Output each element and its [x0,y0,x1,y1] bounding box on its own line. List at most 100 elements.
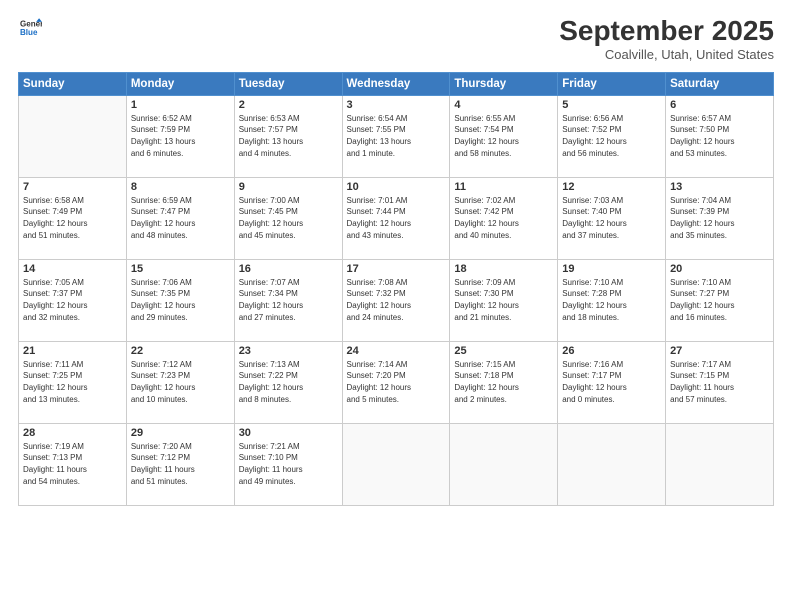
day-number: 21 [23,345,122,357]
day-info: Sunrise: 7:03 AM Sunset: 7:40 PM Dayligh… [562,195,661,241]
day-info: Sunrise: 7:12 AM Sunset: 7:23 PM Dayligh… [131,359,230,405]
table-row [19,95,127,177]
day-number: 30 [239,427,338,439]
table-row: 25Sunrise: 7:15 AM Sunset: 7:18 PM Dayli… [450,341,558,423]
header-monday: Monday [126,72,234,95]
month-year: September 2025 [559,16,774,47]
day-number: 14 [23,263,122,275]
day-info: Sunrise: 7:14 AM Sunset: 7:20 PM Dayligh… [347,359,446,405]
day-number: 11 [454,181,553,193]
day-info: Sunrise: 6:53 AM Sunset: 7:57 PM Dayligh… [239,113,338,159]
day-info: Sunrise: 7:08 AM Sunset: 7:32 PM Dayligh… [347,277,446,323]
day-info: Sunrise: 7:13 AM Sunset: 7:22 PM Dayligh… [239,359,338,405]
weekday-header-row: Sunday Monday Tuesday Wednesday Thursday… [19,72,774,95]
day-info: Sunrise: 6:52 AM Sunset: 7:59 PM Dayligh… [131,113,230,159]
table-row: 3 Sunrise: 6:54 AM Sunset: 7:55 PM Daylig… [342,95,450,177]
table-row: 30 Sunrise: 7:21 AM Sunset: 7:10 PM Dayli… [234,423,342,505]
header-sunday: Sunday [19,72,127,95]
day-number: 3 [347,99,446,111]
calendar-week-row: 28 Sunrise: 7:19 AM Sunset: 7:13 PM Dayli… [19,423,774,505]
day-info: Sunrise: 6:58 AM Sunset: 7:49 PM Dayligh… [23,195,122,241]
logo-icon: General Blue [20,16,42,38]
day-number: 13 [670,181,769,193]
day-number: 28 [23,427,122,439]
day-number: 2 [239,99,338,111]
title-block: September 2025 Coalville, Utah, United S… [559,16,774,62]
table-row [450,423,558,505]
svg-text:Blue: Blue [20,28,38,37]
calendar-week-row: 1 Sunrise: 6:52 AM Sunset: 7:59 PM Daylig… [19,95,774,177]
day-number: 8 [131,181,230,193]
calendar-table: Sunday Monday Tuesday Wednesday Thursday… [18,72,774,506]
location: Coalville, Utah, United States [559,47,774,62]
table-row: 15Sunrise: 7:06 AM Sunset: 7:35 PM Dayli… [126,259,234,341]
header: General Blue September 2025 Coalville, U… [18,16,774,62]
day-info: Sunrise: 7:17 AM Sunset: 7:15 PM Dayligh… [670,359,769,405]
day-info: Sunrise: 7:02 AM Sunset: 7:42 PM Dayligh… [454,195,553,241]
table-row [666,423,774,505]
day-info: Sunrise: 7:05 AM Sunset: 7:37 PM Dayligh… [23,277,122,323]
table-row [558,423,666,505]
header-wednesday: Wednesday [342,72,450,95]
day-info: Sunrise: 7:01 AM Sunset: 7:44 PM Dayligh… [347,195,446,241]
day-info: Sunrise: 7:21 AM Sunset: 7:10 PM Dayligh… [239,441,338,487]
table-row [342,423,450,505]
table-row: 27 Sunrise: 7:17 AM Sunset: 7:15 PM Dayli… [666,341,774,423]
day-number: 17 [347,263,446,275]
table-row: 8 Sunrise: 6:59 AM Sunset: 7:47 PM Daylig… [126,177,234,259]
day-number: 27 [670,345,769,357]
header-thursday: Thursday [450,72,558,95]
day-number: 6 [670,99,769,111]
table-row: 21Sunrise: 7:11 AM Sunset: 7:25 PM Dayli… [19,341,127,423]
table-row: 13 Sunrise: 7:04 AM Sunset: 7:39 PM Dayli… [666,177,774,259]
day-number: 20 [670,263,769,275]
day-number: 9 [239,181,338,193]
calendar-week-row: 14 Sunrise: 7:05 AM Sunset: 7:37 PM Dayli… [19,259,774,341]
day-info: Sunrise: 7:09 AM Sunset: 7:30 PM Dayligh… [454,277,553,323]
calendar-week-row: 7Sunrise: 6:58 AM Sunset: 7:49 PM Daylig… [19,177,774,259]
day-number: 4 [454,99,553,111]
day-number: 22 [131,345,230,357]
day-number: 10 [347,181,446,193]
table-row: 7Sunrise: 6:58 AM Sunset: 7:49 PM Daylig… [19,177,127,259]
day-info: Sunrise: 7:00 AM Sunset: 7:45 PM Dayligh… [239,195,338,241]
day-number: 5 [562,99,661,111]
day-info: Sunrise: 7:10 AM Sunset: 7:28 PM Dayligh… [562,277,661,323]
day-info: Sunrise: 6:56 AM Sunset: 7:52 PM Dayligh… [562,113,661,159]
day-number: 26 [562,345,661,357]
day-info: Sunrise: 7:15 AM Sunset: 7:18 PM Dayligh… [454,359,553,405]
day-number: 18 [454,263,553,275]
table-row: 28 Sunrise: 7:19 AM Sunset: 7:13 PM Dayli… [19,423,127,505]
day-info: Sunrise: 7:04 AM Sunset: 7:39 PM Dayligh… [670,195,769,241]
table-row: 4 Sunrise: 6:55 AM Sunset: 7:54 PM Daylig… [450,95,558,177]
table-row: 5 Sunrise: 6:56 AM Sunset: 7:52 PM Daylig… [558,95,666,177]
day-number: 19 [562,263,661,275]
table-row: 24Sunrise: 7:14 AM Sunset: 7:20 PM Dayli… [342,341,450,423]
table-row: 29Sunrise: 7:20 AM Sunset: 7:12 PM Dayli… [126,423,234,505]
table-row: 18 Sunrise: 7:09 AM Sunset: 7:30 PM Dayli… [450,259,558,341]
table-row: 20 Sunrise: 7:10 AM Sunset: 7:27 PM Dayli… [666,259,774,341]
day-info: Sunrise: 6:54 AM Sunset: 7:55 PM Dayligh… [347,113,446,159]
table-row: 16Sunrise: 7:07 AM Sunset: 7:34 PM Dayli… [234,259,342,341]
table-row: 1 Sunrise: 6:52 AM Sunset: 7:59 PM Daylig… [126,95,234,177]
table-row: 9 Sunrise: 7:00 AM Sunset: 7:45 PM Daylig… [234,177,342,259]
table-row: 6 Sunrise: 6:57 AM Sunset: 7:50 PM Daylig… [666,95,774,177]
day-info: Sunrise: 6:55 AM Sunset: 7:54 PM Dayligh… [454,113,553,159]
calendar-week-row: 21Sunrise: 7:11 AM Sunset: 7:25 PM Dayli… [19,341,774,423]
day-info: Sunrise: 7:06 AM Sunset: 7:35 PM Dayligh… [131,277,230,323]
table-row: 11 Sunrise: 7:02 AM Sunset: 7:42 PM Dayli… [450,177,558,259]
table-row: 19 Sunrise: 7:10 AM Sunset: 7:28 PM Dayli… [558,259,666,341]
day-number: 1 [131,99,230,111]
day-info: Sunrise: 6:59 AM Sunset: 7:47 PM Dayligh… [131,195,230,241]
day-info: Sunrise: 7:16 AM Sunset: 7:17 PM Dayligh… [562,359,661,405]
day-number: 16 [239,263,338,275]
header-saturday: Saturday [666,72,774,95]
day-number: 23 [239,345,338,357]
table-row: 14 Sunrise: 7:05 AM Sunset: 7:37 PM Dayli… [19,259,127,341]
day-info: Sunrise: 6:57 AM Sunset: 7:50 PM Dayligh… [670,113,769,159]
day-info: Sunrise: 7:19 AM Sunset: 7:13 PM Dayligh… [23,441,122,487]
day-info: Sunrise: 7:20 AM Sunset: 7:12 PM Dayligh… [131,441,230,487]
day-info: Sunrise: 7:10 AM Sunset: 7:27 PM Dayligh… [670,277,769,323]
calendar-page: General Blue September 2025 Coalville, U… [0,0,792,612]
table-row: 22 Sunrise: 7:12 AM Sunset: 7:23 PM Dayli… [126,341,234,423]
